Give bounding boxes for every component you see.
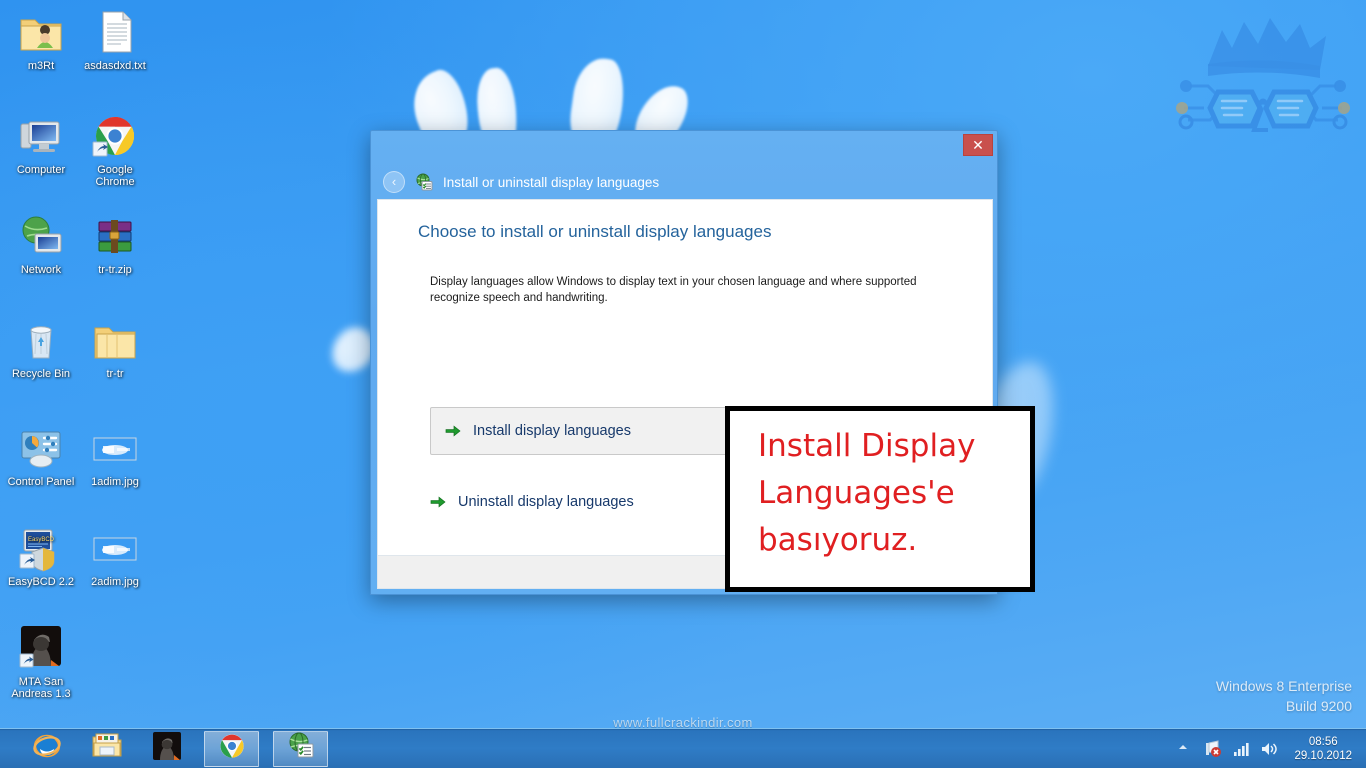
winrar-archive-icon: [91, 212, 139, 260]
desktop-icon-easybcd[interactable]: EasyBCD EasyBCD 2.2: [4, 524, 78, 588]
folder-icon: [91, 316, 139, 364]
desktop-icon-tr-tr-folder[interactable]: tr-tr: [78, 316, 152, 380]
language-globe-icon: [287, 732, 315, 765]
taskbar-button-google-chrome[interactable]: [204, 730, 259, 767]
desktop-icon-recycle-bin[interactable]: Recycle Bin: [4, 316, 78, 380]
volume-icon[interactable]: [1260, 740, 1278, 758]
window-navigation-row: ‹ Install or uninstall display languages: [383, 171, 659, 193]
chrome-icon: [91, 112, 139, 160]
close-icon[interactable]: ✕: [963, 134, 993, 156]
desktop-icon-label: tr-tr.zip: [98, 264, 132, 276]
green-arrow-icon: [430, 495, 446, 509]
desktop-icon-control-panel[interactable]: Control Panel: [4, 424, 78, 488]
taskbar-button-file-explorer[interactable]: [84, 731, 130, 767]
desktop-icon-1adim-jpg[interactable]: 1adim.jpg: [78, 424, 152, 488]
desktop-icon-label: tr-tr: [106, 368, 124, 380]
desktop-icon-mta-san-andreas[interactable]: MTA San Andreas 1.3: [4, 624, 78, 700]
desktop-icon-label: 1adim.jpg: [91, 476, 139, 488]
desktop-icon-google-chrome[interactable]: Google Chrome: [78, 112, 152, 188]
breadcrumb[interactable]: Install or uninstall display languages: [443, 175, 659, 190]
desktop-icon-computer[interactable]: Computer: [4, 112, 78, 176]
file-explorer-icon: [92, 733, 122, 764]
desktop-icon-label: MTA San Andreas 1.3: [11, 676, 71, 700]
taskbar[interactable]: 08:56 29.10.2012: [0, 728, 1366, 768]
desktop-icon-label: Computer: [16, 164, 66, 176]
show-hidden-icons-button[interactable]: [1176, 740, 1194, 758]
chrome-icon: [218, 732, 246, 765]
system-tray: 08:56 29.10.2012: [1176, 729, 1366, 768]
internet-explorer-icon: [32, 731, 62, 766]
clock[interactable]: 08:56 29.10.2012: [1288, 735, 1358, 763]
desktop-icon-label: asdasdxd.txt: [84, 60, 146, 72]
desktop-icon-2adim-jpg[interactable]: 2adim.jpg: [78, 524, 152, 588]
page-description: Display languages allow Windows to displ…: [430, 276, 917, 304]
nerd-glasses-logo: [1176, 18, 1350, 132]
page-title: Choose to install or uninstall display l…: [418, 222, 772, 241]
windows-activation-watermark: Windows 8 Enterprise Build 9200: [1216, 676, 1352, 716]
windows-edition-text: Windows 8 Enterprise: [1215, 678, 1352, 694]
clock-date: 29.10.2012: [1294, 750, 1352, 762]
desktop[interactable]: m3Rt asdasdxd.txt Computer Google Chrome…: [0, 0, 1366, 768]
desktop-icon-m3rt[interactable]: m3Rt: [4, 8, 78, 72]
signal-bars-icon[interactable]: [1232, 740, 1250, 758]
taskbar-button-internet-explorer[interactable]: [24, 731, 70, 767]
windows-build-text: Build 9200: [1285, 698, 1352, 714]
language-globe-icon: [415, 173, 433, 191]
annotation-text: Install Display Languages'e basıyoruz.: [758, 428, 976, 558]
desktop-icon-label: m3Rt: [27, 60, 55, 72]
desktop-icon-label: Control Panel: [7, 476, 75, 488]
green-arrow-icon: [445, 424, 461, 438]
annotation-callout: Install Display Languages'e basıyoruz.: [725, 406, 1035, 592]
recycle-bin-icon: [17, 316, 65, 364]
mta-sa-icon: [153, 732, 181, 765]
desktop-icon-label: 2adim.jpg: [91, 576, 139, 588]
back-button[interactable]: ‹: [383, 171, 405, 193]
task-label: Install display languages: [473, 423, 631, 439]
window-titlebar[interactable]: ✕ ‹ Install or uninstall display languag…: [371, 131, 997, 203]
desktop-icon-network[interactable]: Network: [4, 212, 78, 276]
clock-time: 08:56: [1308, 736, 1338, 748]
image-file-icon: [91, 424, 139, 472]
network-icon: [17, 212, 65, 260]
desktop-icon-label: Recycle Bin: [11, 368, 71, 380]
desktop-icon-label: Network: [20, 264, 62, 276]
desktop-icon-tr-tr-zip[interactable]: tr-tr.zip: [78, 212, 152, 276]
task-label: Uninstall display languages: [458, 494, 634, 510]
image-file-icon: [91, 524, 139, 572]
computer-icon: [17, 112, 65, 160]
mta-sa-icon: [17, 624, 65, 672]
uninstall-display-languages-button[interactable]: Uninstall display languages: [430, 494, 634, 510]
network-error-icon[interactable]: [1204, 740, 1222, 758]
desktop-icon-label: EasyBCD 2.2: [7, 576, 75, 588]
desktop-icon-label: Google Chrome: [95, 164, 135, 188]
desktop-icon-asdasdxd-txt[interactable]: asdasdxd.txt: [78, 8, 152, 72]
easybcd-icon: EasyBCD: [17, 524, 65, 572]
svg-text:EasyBCD: EasyBCD: [28, 537, 55, 543]
control-panel-icon: [17, 424, 65, 472]
taskbar-buttons: [0, 729, 328, 768]
taskbar-button-mta-san-andreas[interactable]: [144, 731, 190, 767]
folder-user-icon: [17, 8, 65, 56]
taskbar-button-display-languages[interactable]: [273, 730, 328, 767]
text-file-icon: [91, 8, 139, 56]
